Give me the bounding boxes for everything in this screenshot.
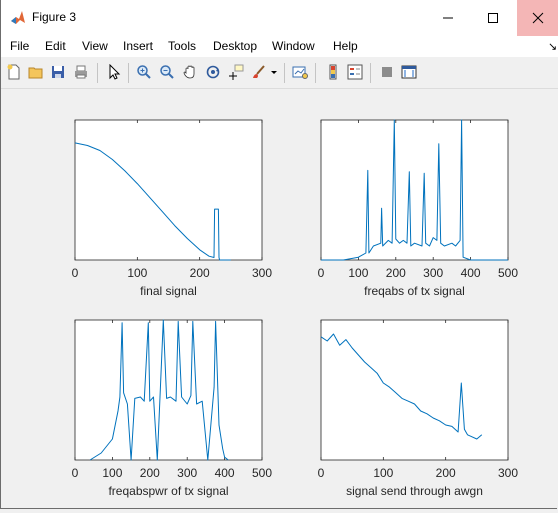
- colorbar-icon[interactable]: [324, 63, 342, 81]
- menu-bar: File Edit View Insert Tools Desktop Wind…: [1, 36, 558, 57]
- menu-insert[interactable]: Insert: [123, 39, 153, 53]
- x-tick-label: 200: [140, 466, 160, 480]
- x-tick-label: 400: [215, 466, 235, 480]
- pan-icon[interactable]: [181, 63, 199, 81]
- axes-box: [321, 320, 508, 460]
- menu-tools[interactable]: Tools: [168, 39, 196, 53]
- close-icon: [532, 12, 544, 24]
- brush-dropdown-icon[interactable]: [269, 63, 279, 81]
- minimize-button[interactable]: [425, 0, 470, 36]
- maximize-button[interactable]: [470, 0, 515, 36]
- toolbar-separator: [370, 63, 371, 83]
- matlab-logo-icon: [10, 10, 26, 26]
- x-tick-label: 300: [252, 266, 272, 280]
- toolbar-separator: [284, 63, 285, 83]
- menu-help[interactable]: Help: [333, 39, 358, 53]
- link-plot-icon[interactable]: [291, 63, 309, 81]
- menu-edit[interactable]: Edit: [45, 39, 66, 53]
- axes-box: [75, 120, 262, 260]
- menu-window[interactable]: Window: [272, 39, 315, 53]
- new-figure-icon[interactable]: [5, 63, 23, 81]
- toolbar-separator: [128, 63, 129, 83]
- figure-toolbar: [1, 57, 558, 89]
- x-tick-label: 0: [72, 266, 79, 280]
- x-tick-label: 300: [498, 466, 518, 480]
- close-button[interactable]: [517, 0, 558, 36]
- x-tick-label: 0: [318, 466, 325, 480]
- axes-box: [75, 320, 262, 460]
- x-axis-label: freqabspwr of tx signal: [108, 484, 228, 498]
- x-tick-label: 300: [423, 266, 443, 280]
- x-tick-label: 0: [72, 466, 79, 480]
- subplot-3[interactable]: 0 100 200 300 400 500 freqabspwr of tx signal: [72, 320, 273, 498]
- window-title: Figure 3: [32, 10, 76, 24]
- menu-view[interactable]: View: [82, 39, 108, 53]
- x-tick-label: 100: [348, 266, 368, 280]
- hide-plot-tools-icon[interactable]: [378, 63, 396, 81]
- brush-icon[interactable]: [250, 63, 268, 81]
- menu-desktop[interactable]: Desktop: [213, 39, 257, 53]
- maximize-icon: [487, 12, 499, 24]
- x-tick-label: 100: [373, 466, 393, 480]
- zoom-in-icon[interactable]: [135, 63, 153, 81]
- x-tick-label: 100: [127, 266, 147, 280]
- menu-file[interactable]: File: [10, 39, 29, 53]
- x-tick-label: 400: [461, 266, 481, 280]
- figure-plot-area: 0 100 200 300 final signal 0 100 200 300 400 500 fr…: [2, 89, 557, 508]
- minimize-icon: [442, 12, 454, 24]
- x-axis-label: signal send through awgn: [346, 484, 483, 498]
- title-bar[interactable]: Figure 3: [1, 0, 558, 36]
- x-tick-label: 0: [318, 266, 325, 280]
- x-tick-label: 200: [386, 266, 406, 280]
- x-axis-label: final signal: [140, 284, 197, 298]
- print-icon[interactable]: [72, 63, 90, 81]
- subplot-1[interactable]: 0 100 200 300 final signal: [72, 120, 273, 298]
- x-tick-label: 300: [177, 466, 197, 480]
- axes-box: [321, 120, 508, 260]
- data-cursor-icon[interactable]: [227, 63, 245, 81]
- toolbar-separator: [97, 63, 98, 83]
- show-plot-tools-icon[interactable]: [400, 63, 418, 81]
- x-tick-label: 500: [498, 266, 518, 280]
- rotate-3d-icon[interactable]: [204, 63, 222, 81]
- open-file-icon[interactable]: [27, 63, 45, 81]
- subplot-2[interactable]: 0 100 200 300 400 500 freqabs of tx signal: [318, 120, 519, 298]
- x-tick-label: 100: [102, 466, 122, 480]
- x-tick-label: 200: [436, 466, 456, 480]
- toolbar-separator: [315, 63, 316, 83]
- zoom-out-icon[interactable]: [158, 63, 176, 81]
- legend-icon[interactable]: [346, 63, 364, 81]
- dock-arrow-icon[interactable]: ↘: [548, 40, 557, 53]
- subplot-4[interactable]: 0 100 200 300 signal send through awgn: [318, 320, 519, 498]
- x-tick-label: 500: [252, 466, 272, 480]
- figure-window: Figure 3 File Edit View Insert Tools Des…: [0, 0, 557, 509]
- pointer-icon[interactable]: [105, 63, 123, 81]
- figure-canvas: 0 100 200 300 final signal 0 100 200 300 400 500 fr…: [2, 89, 557, 508]
- x-axis-label: freqabs of tx signal: [364, 284, 465, 298]
- save-icon[interactable]: [49, 63, 67, 81]
- x-tick-label: 200: [190, 266, 210, 280]
